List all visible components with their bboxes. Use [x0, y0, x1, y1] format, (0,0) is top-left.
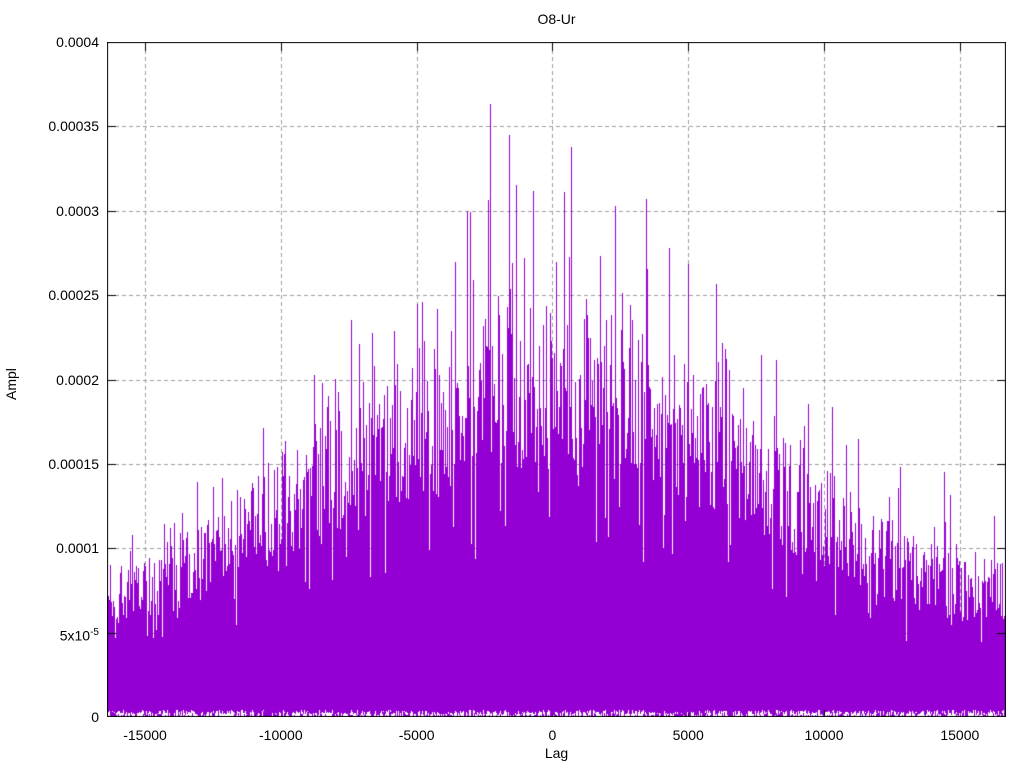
y-tick-label: 0.00015 [48, 455, 99, 472]
chart-title: O8-Ur [537, 11, 576, 27]
x-tick-label: -5000 [398, 727, 435, 743]
x-tick-label: -10000 [259, 727, 303, 743]
y-tick-label: 0.00025 [48, 287, 99, 304]
x-tick-label: 5000 [672, 727, 704, 743]
x-tick-label: 0 [548, 727, 557, 743]
plot-canvas [107, 42, 1006, 717]
x-tick-label: -15000 [123, 727, 167, 743]
y-tick-label: 0.0001 [56, 540, 99, 557]
correlation-chart: O8-Ur Ampl 0 5x10-5 0.0001 0.00015 0.0002 0.0… [0, 0, 1024, 768]
x-tick-label: 10000 [804, 727, 844, 743]
y-tick-label: 0.0002 [56, 371, 99, 388]
x-tick-label: 15000 [940, 727, 980, 743]
x-axis-label: Lag [544, 745, 569, 761]
y-tick-label: 0.0003 [56, 202, 99, 219]
y-tick-label: 5x10-5 [59, 626, 99, 644]
y-tick-label: 0.0004 [56, 34, 99, 50]
y-tick-label: 0.00035 [48, 118, 99, 135]
y-tick-label: 0 [91, 709, 99, 725]
plot-area [107, 42, 1006, 717]
